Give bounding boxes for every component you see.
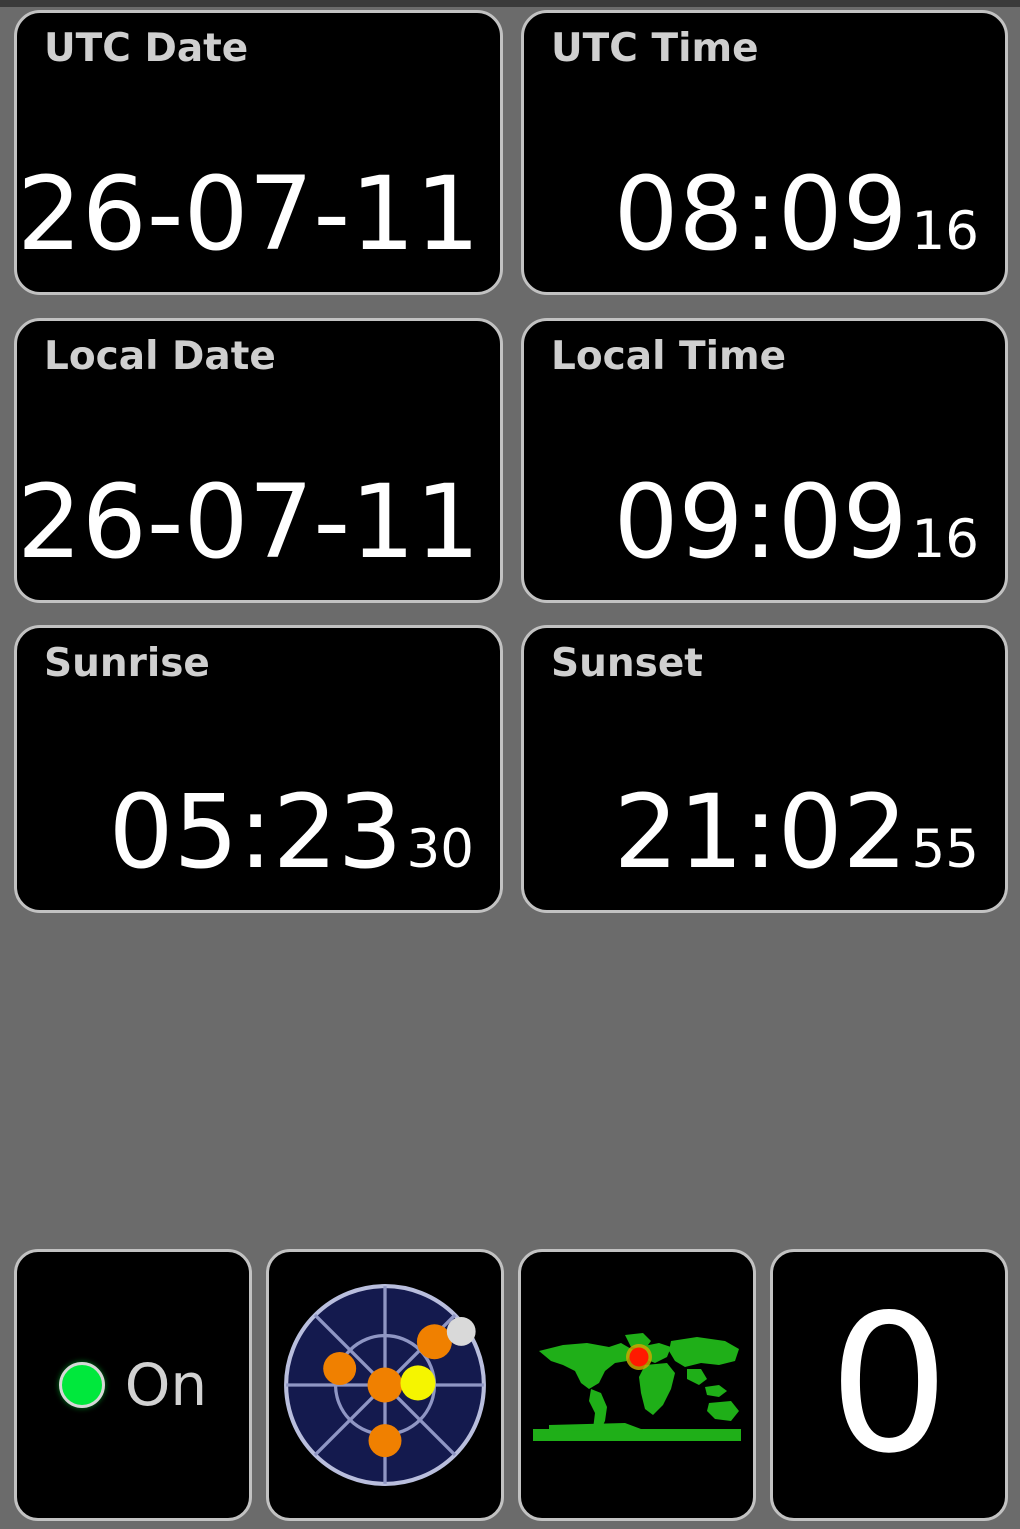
satellite-skyplot-icon (282, 1282, 488, 1488)
top-bezel (0, 0, 1020, 7)
world-map-button[interactable] (518, 1249, 756, 1521)
status-toggle-button[interactable]: On (14, 1249, 252, 1521)
panel-value-utc-date: 26-07-11 (17, 164, 480, 266)
skyplot-svg (284, 1284, 486, 1486)
panel-label-sunset: Sunset (551, 641, 703, 686)
status-label: On (124, 1351, 208, 1419)
value-seconds-sunrise: 30 (406, 819, 474, 880)
world-map-icon (529, 1317, 745, 1453)
satellite-count-button[interactable]: 0 (770, 1249, 1008, 1521)
value-main-utc-time: 08:09 (613, 155, 908, 274)
panel-sunrise[interactable]: Sunrise 05:2330 (14, 625, 503, 913)
panel-label-local-date: Local Date (44, 334, 276, 379)
panel-utc-date[interactable]: UTC Date 26-07-11 (14, 10, 503, 295)
value-main-sunrise: 05:23 (108, 773, 403, 892)
satellite-count-value: 0 (828, 1274, 950, 1495)
status-indicator: On (17, 1356, 249, 1414)
panel-value-local-time: 09:0916 (524, 472, 979, 574)
panel-label-sunrise: Sunrise (44, 641, 210, 686)
panel-value-sunrise: 05:2330 (17, 782, 474, 884)
panel-value-local-date: 26-07-11 (17, 472, 480, 574)
value-main-sunset: 21:02 (613, 773, 908, 892)
panel-value-sunset: 21:0255 (524, 782, 979, 884)
value-main-utc-date: 26-07-11 (17, 155, 480, 274)
value-main-local-date: 26-07-11 (17, 463, 480, 582)
app-root: UTC Date 26-07-11 UTC Time 08:0916 Local… (0, 0, 1020, 1529)
panel-local-date[interactable]: Local Date 26-07-11 (14, 318, 503, 603)
panel-label-utc-date: UTC Date (44, 26, 249, 71)
led-indicator-icon (58, 1362, 105, 1408)
panel-value-utc-time: 08:0916 (524, 164, 979, 266)
position-marker-icon (626, 1344, 652, 1370)
panel-utc-time[interactable]: UTC Time 08:0916 (521, 10, 1008, 295)
world-map-svg (529, 1317, 745, 1453)
panel-local-time[interactable]: Local Time 09:0916 (521, 318, 1008, 603)
value-seconds-sunset: 55 (911, 819, 979, 880)
panel-sunset[interactable]: Sunset 21:0255 (521, 625, 1008, 913)
value-main-local-time: 09:09 (613, 463, 908, 582)
panel-label-local-time: Local Time (551, 334, 787, 379)
skyplot-button[interactable] (266, 1249, 504, 1521)
value-seconds-utc-time: 16 (911, 201, 979, 262)
panel-label-utc-time: UTC Time (551, 26, 759, 71)
value-seconds-local-time: 16 (911, 509, 979, 570)
